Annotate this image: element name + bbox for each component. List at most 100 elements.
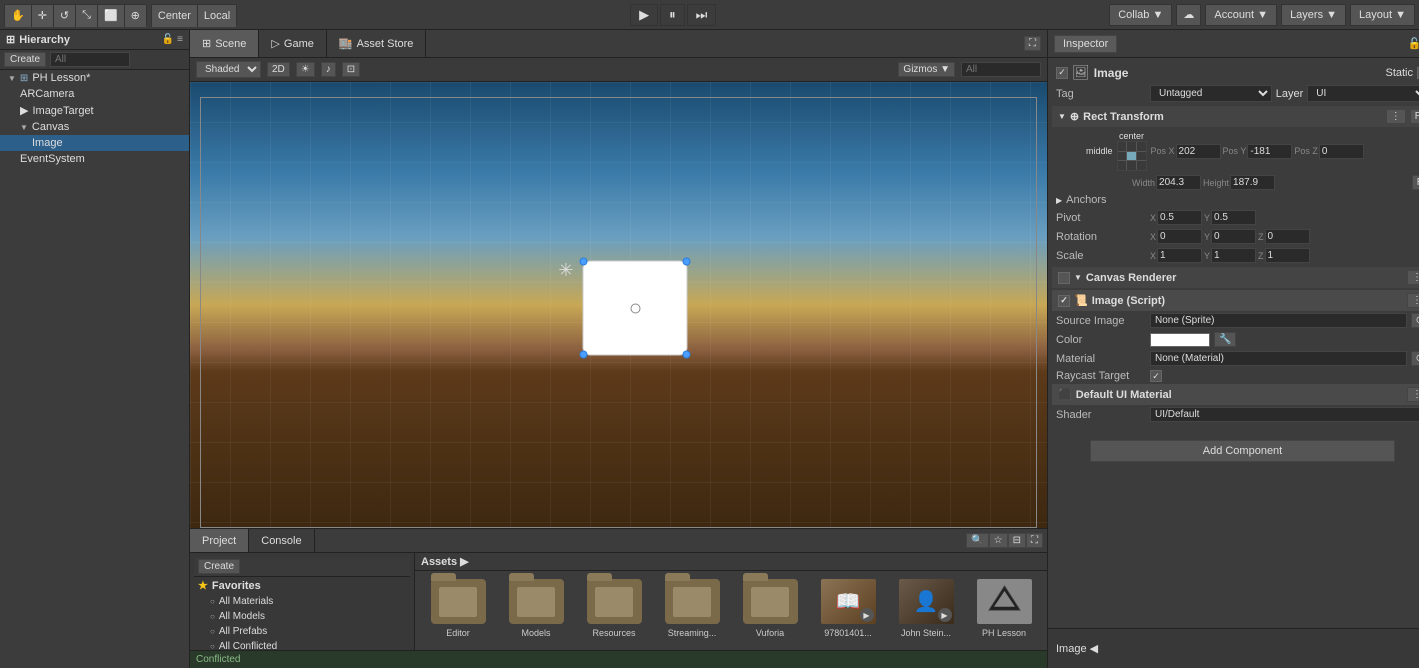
canvas-renderer-menu[interactable]: ⋮: [1407, 270, 1419, 285]
cloud-button[interactable]: ☁: [1176, 4, 1201, 26]
hierarchy-item-phlesson[interactable]: ▼ ⊞ PH Lesson*: [0, 70, 189, 86]
asset-editor[interactable]: Editor: [423, 579, 493, 638]
color-preview[interactable]: [1150, 333, 1210, 347]
rot-z-input[interactable]: [1265, 229, 1310, 244]
inspector-lock[interactable]: 🔓 ≡: [1408, 37, 1419, 50]
pos-y-input[interactable]: [1247, 144, 1292, 159]
hierarchy-item-eventsystem[interactable]: EventSystem: [0, 151, 189, 167]
image-script-menu[interactable]: ⋮: [1407, 293, 1419, 308]
scene-object-image[interactable]: [583, 261, 688, 356]
hierarchy-item-canvas[interactable]: ▼ Canvas: [0, 119, 189, 135]
material-value[interactable]: None (Material): [1150, 351, 1407, 366]
handle-bottom-left[interactable]: [580, 351, 588, 359]
sidebar-item-conflicted[interactable]: ○ All Conflicted: [194, 639, 410, 650]
rect-menu-btn[interactable]: ⋮: [1386, 109, 1406, 124]
source-image-value[interactable]: None (Sprite): [1150, 313, 1407, 328]
project-options2[interactable]: ⊟: [1008, 533, 1026, 548]
layout-button[interactable]: Layout ▼: [1350, 4, 1415, 26]
pos-x-input[interactable]: [1176, 144, 1221, 159]
rotate-tool[interactable]: ↺: [54, 5, 76, 27]
image-script-header[interactable]: 📜 Image (Script) ⋮: [1052, 290, 1419, 311]
scale-z-input[interactable]: [1265, 248, 1310, 263]
hierarchy-item-arcamera[interactable]: ARCamera: [0, 86, 189, 102]
asset-image2[interactable]: 👤 ▶ John Stein...: [891, 579, 961, 638]
rot-y-input[interactable]: [1211, 229, 1256, 244]
hierarchy-item-image[interactable]: Image: [0, 135, 189, 151]
width-input[interactable]: [1156, 175, 1201, 190]
local-button[interactable]: Local: [198, 5, 236, 27]
asset-vuforia[interactable]: Vuforia: [735, 579, 805, 638]
canvas-renderer-section[interactable]: ▼ Canvas Renderer ⋮: [1052, 267, 1419, 288]
rect-r-btn[interactable]: R: [1410, 109, 1419, 124]
asset-models[interactable]: Models: [501, 579, 571, 638]
canvas-renderer-enable[interactable]: [1058, 272, 1070, 284]
gizmos-button[interactable]: Gizmos ▼: [898, 62, 955, 77]
handle-top-right[interactable]: [683, 258, 691, 266]
scene-tab-game[interactable]: ▷ Game: [259, 30, 326, 57]
hierarchy-search[interactable]: [50, 52, 130, 67]
scale-y-input[interactable]: [1211, 248, 1256, 263]
hierarchy-item-imagetarget[interactable]: ▶ ImageTarget: [0, 102, 189, 119]
light-toggle[interactable]: ☀: [296, 62, 315, 77]
tag-select[interactable]: Untagged: [1150, 85, 1272, 102]
height-input[interactable]: [1230, 175, 1275, 190]
hand-tool[interactable]: ✋: [5, 5, 32, 27]
material-picker[interactable]: ⊙: [1411, 351, 1419, 366]
raycast-checkbox[interactable]: [1150, 370, 1162, 382]
source-image-picker[interactable]: ⊙: [1411, 313, 1419, 328]
asset-phlesson[interactable]: PH Lesson: [969, 579, 1039, 638]
scene-viewport[interactable]: ✳: [190, 82, 1047, 528]
asset-streaming[interactable]: Streaming...: [657, 579, 727, 638]
handle-bottom-right[interactable]: [683, 351, 691, 359]
asset-image1[interactable]: 📖 ▶ 97801401...: [813, 579, 883, 638]
component-enable-checkbox[interactable]: [1056, 67, 1068, 79]
handle-top-left[interactable]: [580, 258, 588, 266]
sidebar-item-models[interactable]: ○ All Models: [194, 609, 410, 624]
scene-tab-assetstore[interactable]: 🏬 Asset Store: [327, 30, 427, 57]
shading-dropdown[interactable]: Shaded: [196, 61, 261, 78]
scene-search[interactable]: [961, 62, 1041, 77]
play-button[interactable]: ▶: [630, 4, 658, 26]
sidebar-item-prefabs[interactable]: ○ All Prefabs: [194, 624, 410, 639]
rect-tool[interactable]: ⬜: [98, 5, 125, 27]
audio-toggle[interactable]: ♪: [321, 62, 336, 77]
width-height-r-btn[interactable]: R: [1412, 175, 1419, 190]
project-create-btn[interactable]: Create: [198, 559, 240, 574]
favorites-title[interactable]: ★ Favorites: [194, 577, 410, 594]
fx-toggle[interactable]: ⊡: [342, 62, 360, 77]
layer-select[interactable]: UI: [1307, 85, 1419, 102]
rect-transform-section[interactable]: ▼ ⊕ Rect Transform ⋮ R: [1052, 106, 1419, 127]
anchor-box[interactable]: [1117, 141, 1147, 171]
image-script-enable[interactable]: [1058, 295, 1070, 307]
layers-button[interactable]: Layers ▼: [1281, 4, 1346, 26]
scale-x-input[interactable]: [1157, 248, 1202, 263]
project-tab[interactable]: Project: [190, 529, 249, 552]
scene-maximize-btn[interactable]: ⛶: [1024, 36, 1041, 51]
console-tab[interactable]: Console: [249, 529, 314, 552]
transform-tool[interactable]: ⊕: [125, 5, 146, 27]
color-picker-btn[interactable]: 🔧: [1214, 332, 1236, 347]
move-tool[interactable]: ✛: [32, 5, 54, 27]
pos-z-input[interactable]: [1319, 144, 1364, 159]
scene-tab-scene[interactable]: ⊞ Scene: [190, 30, 259, 57]
2d-button[interactable]: 2D: [267, 62, 290, 77]
sidebar-item-materials[interactable]: ○ All Materials: [194, 594, 410, 609]
pause-button[interactable]: ⏸: [660, 4, 685, 26]
pivot-y-input[interactable]: [1211, 210, 1256, 225]
project-maximize[interactable]: ⛶: [1026, 533, 1043, 548]
default-ui-menu[interactable]: ⋮: [1407, 387, 1419, 402]
hierarchy-create-btn[interactable]: Create: [4, 52, 46, 67]
scale-tool[interactable]: ⤡: [76, 5, 98, 27]
project-options1[interactable]: ☆: [989, 533, 1008, 548]
shader-value[interactable]: UI/Default: [1150, 407, 1419, 422]
center-button[interactable]: Center: [152, 5, 198, 27]
rot-x-input[interactable]: [1157, 229, 1202, 244]
hierarchy-lock[interactable]: 🔓 ≡: [162, 34, 183, 45]
project-search-icon[interactable]: 🔍: [966, 533, 988, 548]
pivot-x-input[interactable]: [1157, 210, 1202, 225]
asset-resources[interactable]: Resources: [579, 579, 649, 638]
inspector-tab-inspector[interactable]: Inspector: [1054, 35, 1117, 53]
collab-button[interactable]: Collab ▼: [1109, 4, 1172, 26]
default-ui-header[interactable]: ⬛ Default UI Material ⋮: [1052, 384, 1419, 405]
add-component-button[interactable]: Add Component: [1090, 440, 1395, 462]
